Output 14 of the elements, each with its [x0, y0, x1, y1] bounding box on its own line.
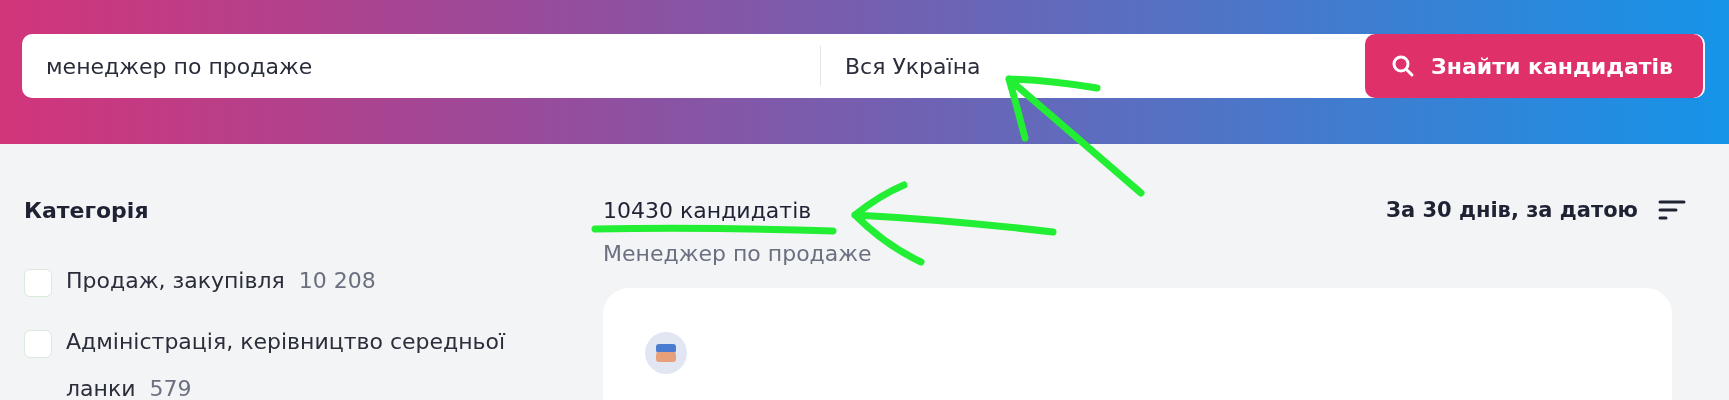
location-field[interactable]: Вся Україна — [821, 34, 1301, 98]
search-button[interactable]: Знайти кандидатів — [1365, 34, 1703, 98]
search-icon — [1391, 54, 1416, 78]
filter-label[interactable]: Продаж, закупівля 10 208 — [66, 257, 546, 304]
checkbox[interactable] — [24, 269, 52, 297]
filter-title: Категорія — [24, 198, 150, 223]
sort-button[interactable]: За 30 днів, за датою — [1386, 198, 1686, 222]
results-count: 10430 кандидатів — [603, 198, 813, 223]
avatar-icon — [645, 332, 687, 374]
filter-label[interactable]: Адміністрація, керівництво середньої ланки 579 — [66, 318, 546, 400]
search-field[interactable]: менеджер по продаже — [22, 34, 820, 98]
checkbox[interactable] — [24, 330, 52, 358]
sort-icon — [1658, 199, 1686, 221]
results-query: Менеджер по продаже — [603, 241, 872, 266]
